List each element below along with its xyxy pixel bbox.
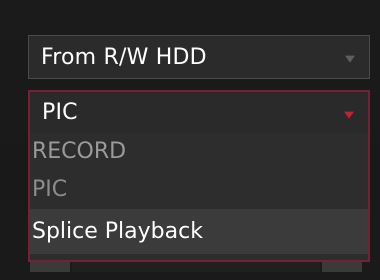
- hidden-control-middle: [72, 262, 320, 272]
- option-splice-playback[interactable]: Splice Playback: [30, 209, 368, 254]
- hidden-control-left: [30, 262, 70, 272]
- source-select[interactable]: From R/W HDD: [28, 35, 370, 79]
- option-record[interactable]: RECORD: [30, 133, 368, 171]
- type-dropdown-list: RECORD PIC Splice Playback: [28, 133, 370, 262]
- playback-panel: From R/W HDD PIC RECORD PIC Splice Playb…: [0, 0, 380, 280]
- hidden-control-right: [322, 262, 362, 272]
- type-select[interactable]: PIC: [28, 90, 370, 133]
- option-pic[interactable]: PIC: [30, 171, 368, 209]
- dropdown-arrow-icon: [344, 111, 354, 119]
- dropdown-arrow-icon: [345, 55, 355, 63]
- source-select-value: From R/W HDD: [41, 44, 207, 70]
- type-select-value: PIC: [42, 100, 78, 125]
